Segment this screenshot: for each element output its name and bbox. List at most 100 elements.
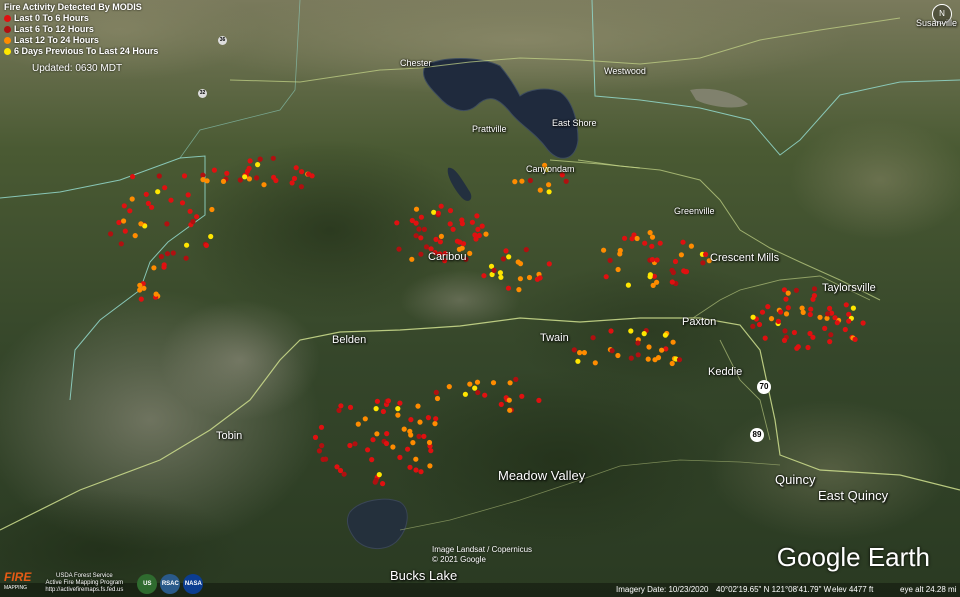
fire-detection-point [629,236,635,242]
updated-time: Updated: 0630 MDT [32,63,123,74]
fire-detection-point [246,176,252,182]
fire-detection-point [581,350,588,356]
fire-detection-point [407,464,413,470]
fire-detection-point [659,347,665,353]
fire-detection-point [850,305,857,311]
fire-detection-point [418,214,424,220]
fire-detection-point [204,178,210,184]
fire-detection-point [459,221,465,227]
fire-detection-point [635,352,641,358]
fire-detection-point [607,257,613,263]
legend-item-6days: 6 Days Previous To Last 24 Hours [4,46,158,57]
fire-detection-point [433,236,439,242]
fire-detection-point [517,276,524,282]
fire-detection-point [254,175,260,181]
fire-detection-point [261,182,267,188]
fire-detection-point [246,165,252,171]
fire-detection-point [655,355,662,361]
red-dot-icon [4,15,11,22]
fire-detection-point [145,200,151,206]
fire-detection-point [603,274,609,280]
place-label-quincy: Quincy [775,472,816,487]
highway-36-shield: 36 [218,36,227,45]
place-label-bucks-lake: Bucks Lake [390,568,458,583]
fire-detection-point [183,255,189,261]
fire-detection-point [795,344,801,350]
fire-detection-point [657,240,663,246]
fire-detection-point [320,456,326,462]
fire-detection-point [395,412,401,418]
fire-detection-point [372,479,378,485]
fire-detection-point [512,179,518,185]
fire-detection-point [768,316,775,322]
fire-detection-point [462,391,468,397]
fire-detection-point [312,434,319,440]
usda-credit: USDA Forest Service Active Fire Mapping … [34,573,134,594]
fire-detection-point [617,251,623,257]
fire-detection-point [472,385,478,391]
fire-detection-point [669,360,675,367]
fire-detection-point [750,323,756,329]
fire-detection-point [397,400,403,406]
fire-detection-point [563,178,569,184]
fire-detection-point [289,180,295,186]
fire-detection-point [426,439,433,446]
fire-detection-point [846,318,852,324]
fire-detection-point [138,221,144,227]
fire-detection-point [546,189,552,195]
fire-detection-point [137,282,143,288]
map-view[interactable]: Fire Activity Detected By MODIS Last 0 T… [0,0,960,597]
fire-detection-point [670,339,676,345]
fire-detection-point [498,401,504,407]
fire-detection-point [700,260,706,266]
place-label-keddie: Keddie [708,366,743,378]
fire-detection-point [413,233,419,239]
fire-detection-point [649,234,656,240]
fire-detection-point [474,379,481,385]
coordinates-readout: 40°02'19.65" N 121°08'41.79" W [716,585,832,594]
fire-logo-text: FIRE [4,570,32,584]
fire-detection-point [824,315,830,321]
place-label-belden: Belden [332,334,367,346]
fire-detection-point [534,276,541,282]
fire-detection-point [513,376,519,382]
fire-detection-point [156,173,162,179]
fire-detection-point [517,261,524,267]
fire-detection-point [413,206,420,212]
fire-detection-point [374,398,380,404]
fire-detection-point [319,443,325,449]
fire-detection-point [432,421,438,427]
fire-detection-point [807,330,813,337]
fire-detection-point [410,440,416,446]
fire-detection-point [646,344,652,350]
nasa-badge-icon: NASA [183,574,204,594]
fire-detection-point [527,177,534,184]
fire-detection-point [832,315,838,321]
fire-detection-point [370,437,376,443]
fire-detection-point [437,239,443,245]
fire-detection-point [490,380,497,386]
fire-detection-point [505,285,512,291]
fire-detection-point [483,231,489,237]
fire-detection-point [590,335,596,341]
fire-detection-point [537,187,543,193]
fire-detection-point [433,416,439,422]
fire-detection-point [122,228,128,234]
legend-label: Last 6 To 12 Hours [14,24,94,34]
fire-detection-point [447,208,454,214]
place-label-crescent-mills: Crescent Mills [710,252,780,264]
fire-detection-point [615,352,621,359]
fire-detection-point [151,265,157,271]
fire-detection-point [498,274,504,280]
imagery-date: Imagery Date: 10/23/2020 [616,585,709,594]
fire-detection-point [118,241,124,247]
imagery-credit: Image Landsat / Copernicus © 2021 Google [432,545,532,565]
fire-detection-point [224,170,230,176]
fire-detection-point [475,389,481,396]
fire-detection-point [783,296,789,302]
place-label-tobin: Tobin [216,430,243,442]
fire-detection-point [383,440,390,447]
fire-detection-point [778,309,784,315]
usfs-badge-icon: US [137,574,158,594]
place-label-susanville: Susanville [916,18,958,28]
